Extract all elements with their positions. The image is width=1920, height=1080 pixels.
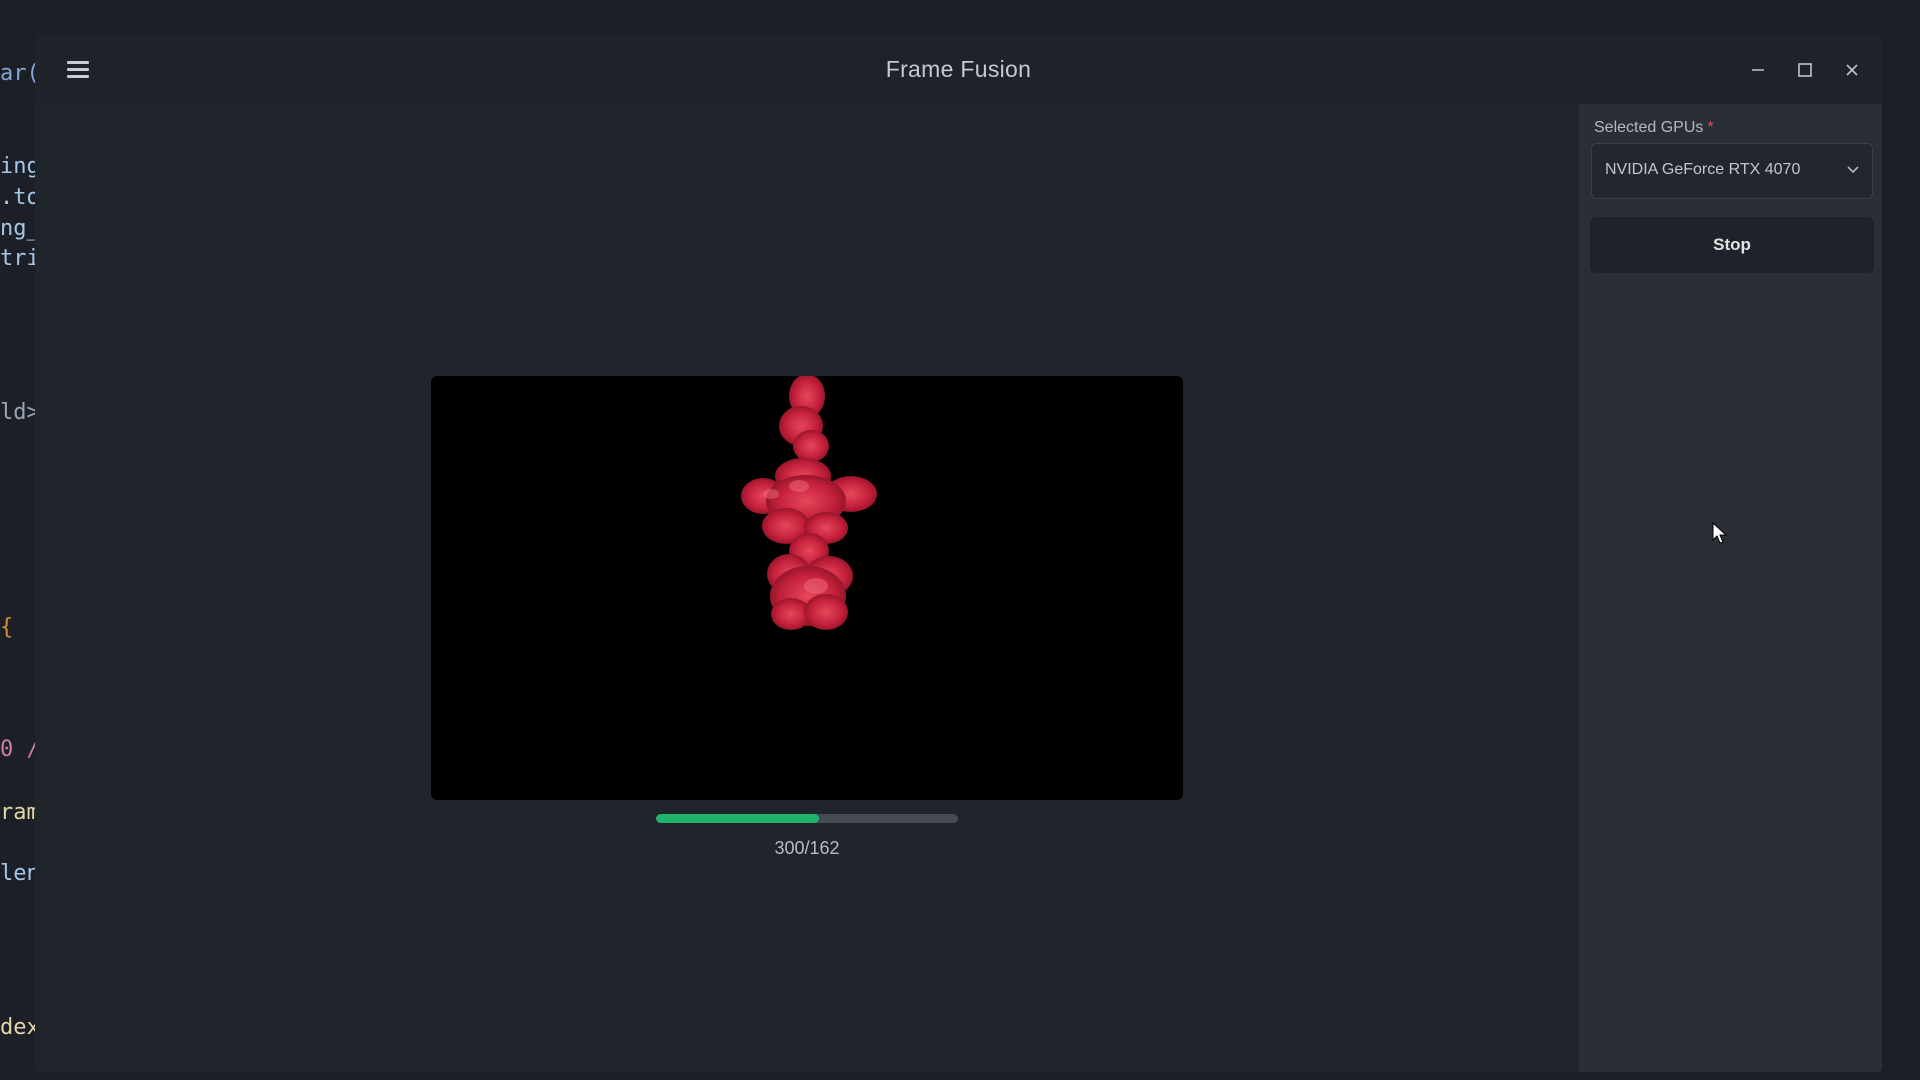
minimize-icon[interactable] xyxy=(1743,56,1773,84)
code-line: ing xyxy=(0,154,40,179)
progress-counter: 300/162 xyxy=(774,838,840,858)
gpu-select[interactable]: NVIDIA GeForce RTX 4070 xyxy=(1591,143,1873,199)
code-line: ld> xyxy=(0,400,40,425)
main-content: 300/162 xyxy=(35,104,1579,1072)
app-window: Frame Fusion 300/162 Selected GPUs * NVI… xyxy=(35,34,1882,1072)
gpu-select-value: NVIDIA GeForce RTX 4070 xyxy=(1605,161,1801,178)
close-icon[interactable] xyxy=(1837,56,1867,84)
settings-sidebar: Selected GPUs * NVIDIA GeForce RTX 4070 S… xyxy=(1579,104,1882,1072)
window-title: Frame Fusion xyxy=(885,56,1032,82)
video-preview xyxy=(431,376,1183,800)
stop-button[interactable]: Stop xyxy=(1590,217,1874,273)
mouse-cursor-icon xyxy=(1712,522,1728,544)
code-line: .to xyxy=(0,185,40,210)
gpu-select-label: Selected GPUs * xyxy=(1594,119,1714,137)
ink-in-water-image xyxy=(741,376,877,630)
code-line: 0 / xyxy=(0,737,40,762)
code-line: ar( xyxy=(0,61,40,86)
code-line: ng_ xyxy=(0,216,40,241)
gpu-label-text: Selected GPUs xyxy=(1594,119,1704,136)
code-line: dex xyxy=(0,1015,40,1040)
code-line: len xyxy=(0,861,40,886)
chevron-down-icon xyxy=(1847,166,1859,174)
code-line: tri xyxy=(0,246,40,271)
code-line: ram xyxy=(0,800,40,825)
maximize-icon[interactable] xyxy=(1790,56,1820,84)
code-line: { xyxy=(0,615,14,640)
progress-bar xyxy=(656,814,958,823)
required-marker: * xyxy=(1707,119,1714,136)
progress-fill xyxy=(656,814,820,823)
title-bar: Frame Fusion xyxy=(35,34,1882,104)
